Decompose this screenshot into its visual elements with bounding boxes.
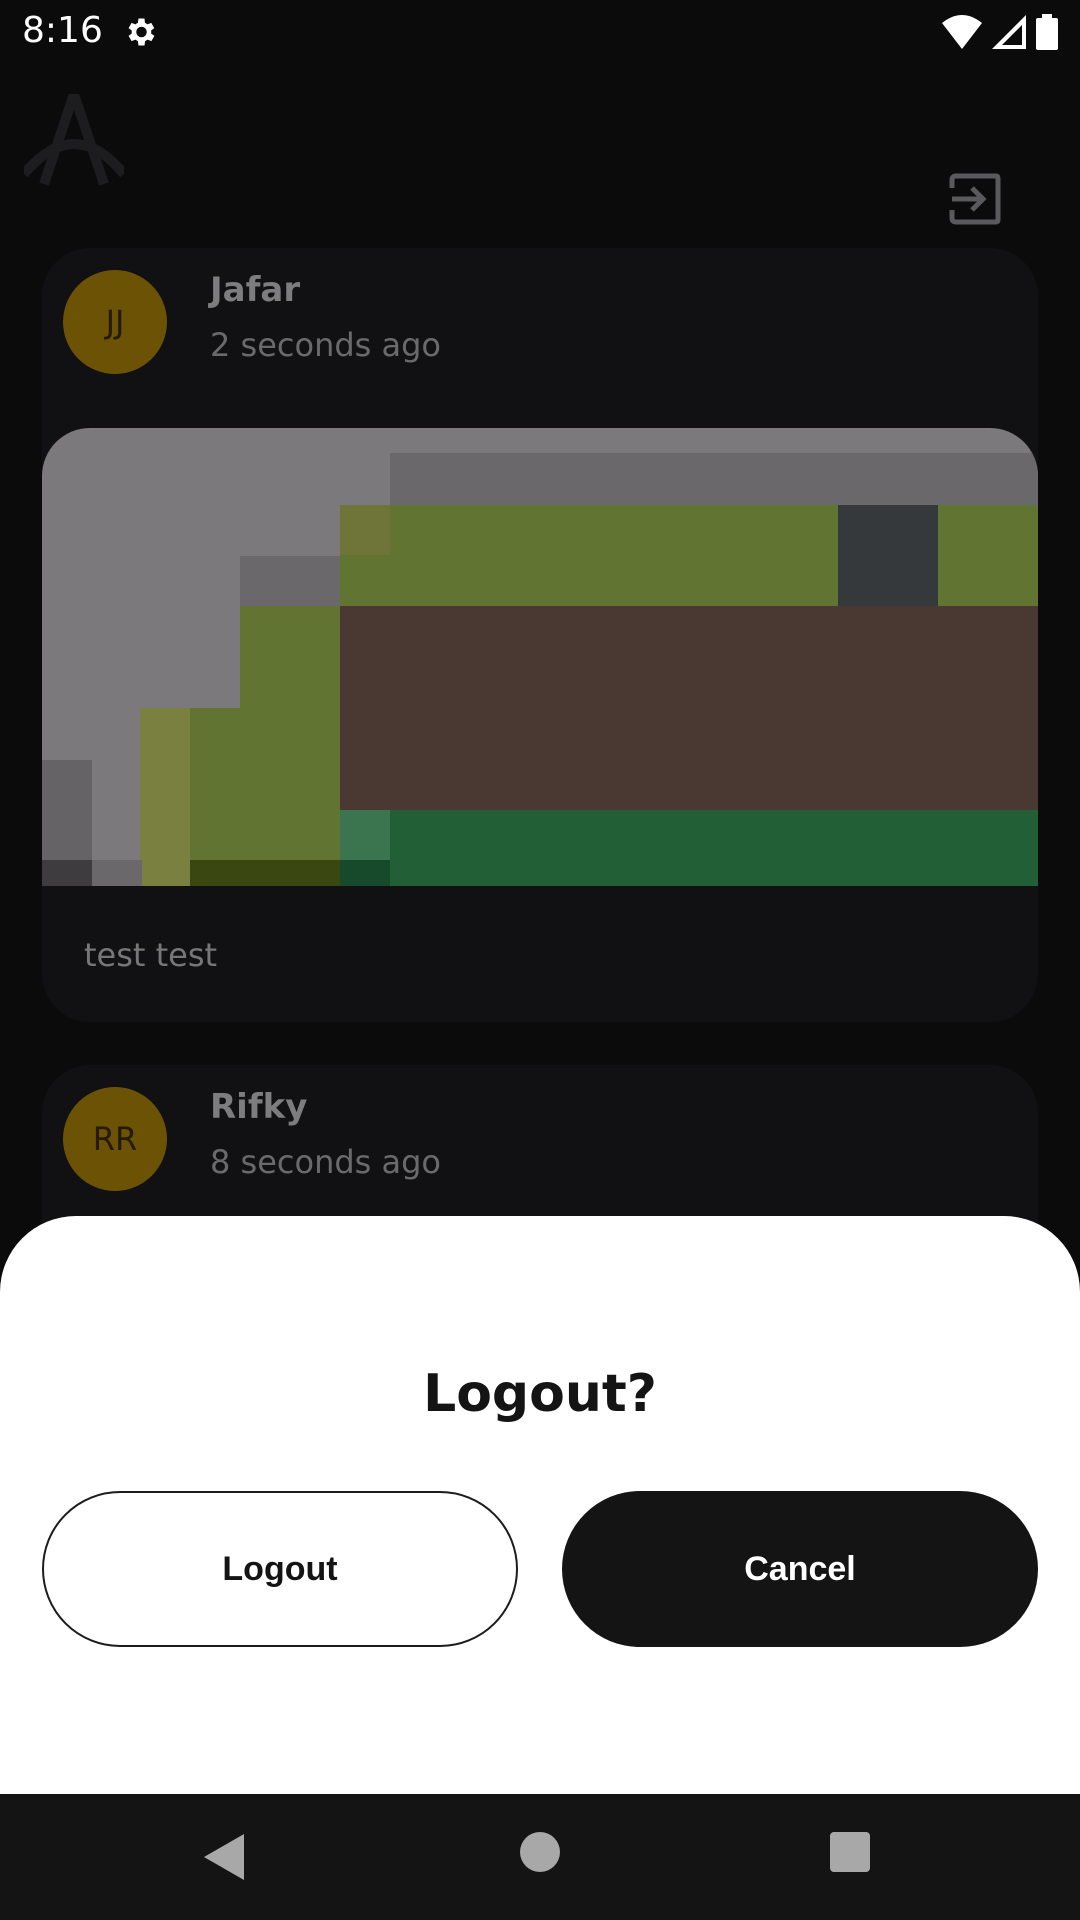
back-icon[interactable] [204,1834,244,1880]
post-author: Jafar [210,270,301,310]
dialog-title: Logout? [423,1364,657,1424]
home-icon[interactable] [520,1832,560,1872]
logout-icon[interactable] [948,172,1002,226]
logout-button[interactable]: Logout [42,1491,518,1647]
post-image [42,428,1038,886]
status-time: 8:16 [22,10,103,51]
signal-icon [992,15,1026,49]
app-logo [24,94,124,186]
post-caption: test test [84,936,218,974]
status-bar: 8:16 [0,0,1080,64]
logout-bottom-sheet: Logout? Logout Cancel [0,1216,1080,1794]
recents-icon[interactable] [830,1832,870,1872]
settings-icon [128,18,155,46]
post-time: 2 seconds ago [210,326,441,364]
app-bar [0,64,1080,244]
avatar: RR [63,1087,167,1191]
avatar: JJ [63,270,167,374]
post-author: Rifky [210,1087,308,1127]
wifi-icon [942,15,982,49]
battery-icon [1036,14,1058,50]
post-card[interactable]: JJ Jafar 2 seconds ago test test [42,248,1038,1022]
post-time: 8 seconds ago [210,1143,441,1181]
cancel-button[interactable]: Cancel [562,1491,1038,1647]
navigation-bar [0,1794,1080,1920]
